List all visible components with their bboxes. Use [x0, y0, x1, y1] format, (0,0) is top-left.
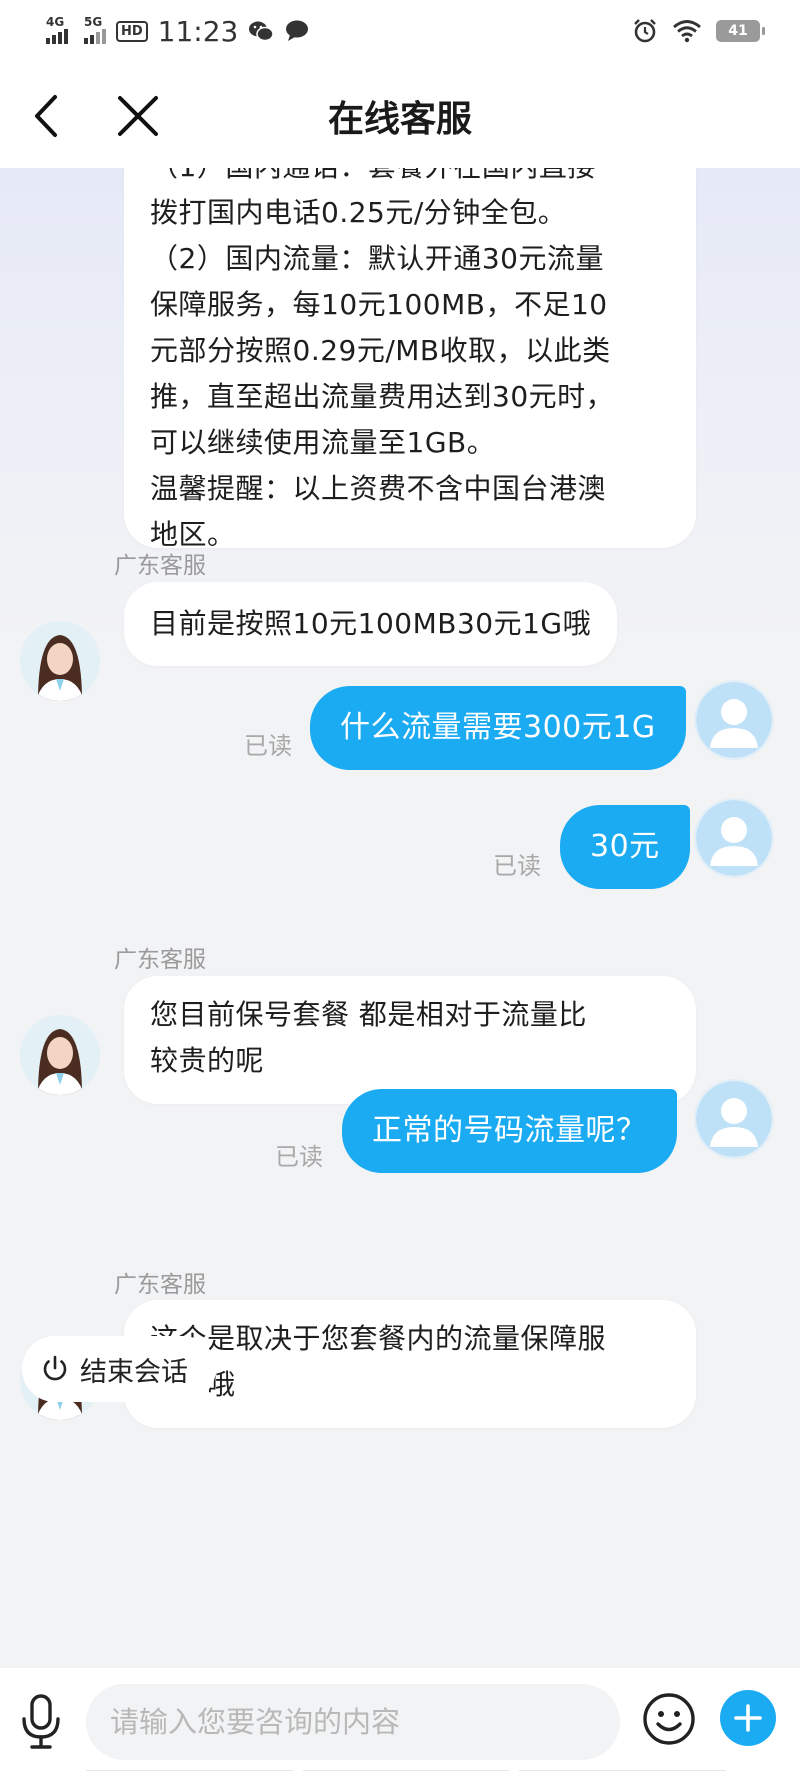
end-session-label: 结束会话 — [80, 1356, 188, 1388]
hd-icon: HD — [116, 20, 148, 42]
message-line: 拨打国内电话0.25元/分钟全包。 — [150, 196, 567, 229]
message-line: 务的哦 — [150, 1362, 670, 1408]
header: 在线客服 — [0, 62, 800, 168]
message-input[interactable] — [86, 1684, 620, 1760]
more-button[interactable] — [720, 1690, 776, 1746]
read-status: 已读 — [244, 732, 292, 760]
sender-name: 广东客服 — [114, 553, 206, 579]
user-silhouette-icon — [696, 1081, 772, 1157]
wechat-icon — [249, 21, 275, 42]
message-bubble-outgoing: 正常的号码流量呢？ — [342, 1089, 677, 1173]
signal-5g-label: 5G — [84, 14, 103, 29]
page-title: 在线客服 — [327, 99, 472, 140]
microphone-icon — [22, 1694, 60, 1749]
signal-4g-label: 4G — [46, 14, 65, 29]
user-avatar[interactable] — [694, 1079, 774, 1159]
message-text: 正常的号码流量呢？ — [372, 1113, 647, 1148]
read-status: 已读 — [493, 852, 541, 880]
voice-input-button[interactable] — [14, 1690, 68, 1754]
status-left: 4G 5G HD 11:23 — [46, 15, 310, 48]
message-bubble-outgoing: 30元 — [560, 805, 690, 889]
user-avatar[interactable] — [694, 680, 774, 760]
message-bubble-incoming: 您目前保号套餐 都是相对于流量比 较贵的呢 — [124, 976, 696, 1104]
message-line: 元部分按照0.29元/MB收取，以此类 — [150, 334, 611, 367]
status-right: 41 — [632, 18, 765, 44]
end-session-button[interactable]: 结束会话 — [22, 1336, 216, 1402]
agent-portrait-icon — [20, 621, 100, 701]
message-icon — [286, 20, 309, 41]
input-bar — [0, 1668, 800, 1778]
read-status: 已读 — [275, 1143, 323, 1171]
smiley-icon — [643, 1693, 695, 1745]
message-text: 30元 — [590, 829, 660, 864]
message-line: 地区。 — [150, 518, 236, 551]
power-icon — [43, 1355, 67, 1381]
message-line: （2）国内流量：默认开通30元流量 — [150, 242, 604, 275]
message-bubble-outgoing: 什么流量需要300元1G — [310, 686, 686, 770]
battery-icon: 41 — [716, 20, 765, 42]
user-silhouette-icon — [696, 682, 772, 758]
alarm-icon — [634, 19, 656, 43]
message-bubble-incoming: （1）国内通话：套餐外在国内直接 拨打国内电话0.25元/分钟全包。 （2）国内… — [124, 168, 696, 551]
message-line: 这个是取决于您套餐内的流量保障服 — [150, 1322, 607, 1355]
user-silhouette-icon — [696, 800, 772, 876]
message-line: （1）国内通话：套餐外在国内直接 — [150, 168, 670, 190]
message-line: 较贵的呢 — [150, 1044, 265, 1077]
signal-4g-icon: 4G — [46, 15, 68, 44]
agent-avatar[interactable] — [20, 621, 100, 701]
clock: 11:23 — [157, 14, 239, 48]
chat-area[interactable]: （1）国内通话：套餐外在国内直接 拨打国内电话0.25元/分钟全包。 （2）国内… — [0, 168, 800, 1668]
message-bubble-incoming: 目前是按照10元100MB30元1G哦 — [124, 582, 618, 666]
message-line: 可以继续使用流量至1GB。 — [150, 426, 496, 459]
emoji-button[interactable] — [642, 1692, 696, 1746]
message-line: 您目前保号套餐 都是相对于流量比 — [150, 998, 587, 1031]
wifi-icon — [673, 20, 701, 43]
message-line: 温馨提醒：以上资费不含中国台港澳 — [150, 472, 607, 505]
signal-5g-icon: 5G — [84, 15, 106, 44]
divider — [86, 1770, 727, 1778]
user-avatar[interactable] — [694, 798, 774, 878]
message-text: 什么流量需要300元1G — [340, 710, 656, 745]
status-bar: 4G 5G HD 11:23 41 — [0, 0, 800, 62]
message-line: 保障服务，每10元100MB，不足10 — [150, 288, 608, 321]
agent-portrait-icon — [20, 1015, 100, 1095]
plus-icon — [734, 1704, 762, 1732]
agent-avatar[interactable] — [20, 1015, 100, 1095]
message-text: 目前是按照10元100MB30元1G哦 — [150, 607, 592, 640]
message-line: 推，直至超出流量费用达到30元时， — [150, 380, 615, 413]
sender-name: 广东客服 — [114, 947, 206, 973]
sender-name: 广东客服 — [114, 1272, 206, 1298]
